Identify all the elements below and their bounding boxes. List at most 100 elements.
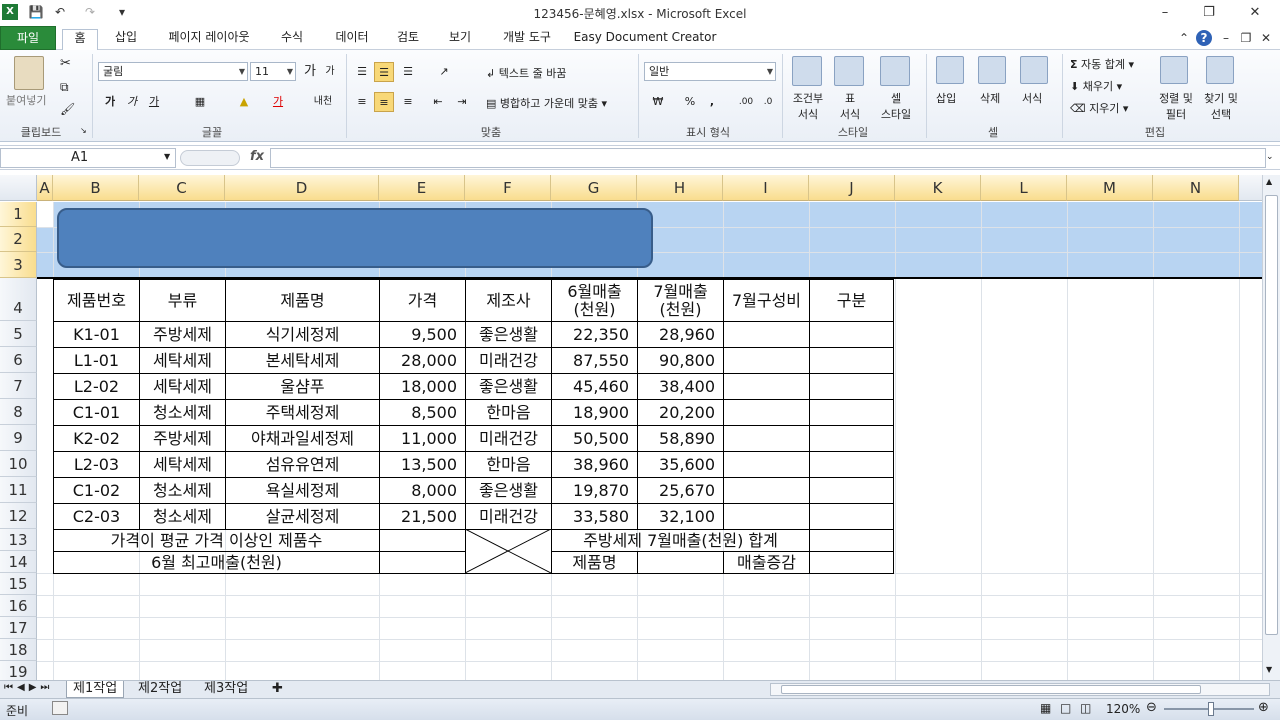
tab-insert[interactable]: 삽입: [106, 29, 146, 50]
row-header-16[interactable]: 16: [0, 595, 37, 617]
delete-cells-icon[interactable]: [978, 56, 1006, 84]
header-july-sales[interactable]: 7월매출 (천원): [638, 280, 723, 321]
page-break-view-icon[interactable]: ◫: [1080, 701, 1091, 715]
column-header-b[interactable]: B: [53, 175, 139, 201]
cell-manufacturer[interactable]: 한마음: [466, 400, 551, 425]
underline-button[interactable]: 가: [144, 92, 164, 112]
paste-label[interactable]: 붙여넣기: [6, 92, 46, 108]
cell-product-name[interactable]: 욕실세정제: [226, 478, 379, 503]
align-center-icon[interactable]: ≡: [374, 92, 394, 112]
header-division[interactable]: 구분: [810, 280, 893, 321]
orientation-icon[interactable]: ↗: [434, 62, 454, 82]
sheet-tab-2[interactable]: 제2작업: [132, 681, 188, 698]
column-header-f[interactable]: F: [465, 175, 551, 201]
horizontal-scrollbar[interactable]: [770, 683, 1270, 696]
cell-product-id[interactable]: L2-03: [54, 452, 139, 477]
cell-product-name[interactable]: 식기세정제: [226, 322, 379, 347]
copy-icon[interactable]: ⧉: [60, 80, 69, 95]
cell-manufacturer[interactable]: 미래건강: [466, 504, 551, 529]
cell-july-sales[interactable]: 58,890: [638, 426, 723, 451]
column-header-m[interactable]: M: [1067, 175, 1153, 201]
column-header-i[interactable]: I: [723, 175, 809, 201]
format-cells-icon[interactable]: [1020, 56, 1048, 84]
row-header-12[interactable]: 12: [0, 503, 37, 529]
cell-price[interactable]: 11,000: [380, 426, 465, 451]
cell-product-name[interactable]: 울샴푸: [226, 374, 379, 399]
zoom-out-icon[interactable]: ⊖: [1146, 700, 1157, 715]
insert-cells-icon[interactable]: [936, 56, 964, 84]
cell-price[interactable]: 18,000: [380, 374, 465, 399]
cell-category[interactable]: 청소세제: [140, 504, 225, 529]
grow-font-button[interactable]: 가: [300, 62, 320, 82]
cell-product-id[interactable]: K1-01: [54, 322, 139, 347]
cell-product-name[interactable]: 섬유유연제: [226, 452, 379, 477]
tab-review[interactable]: 검토: [388, 29, 428, 50]
align-left-icon[interactable]: ≡: [352, 92, 372, 112]
cell-product-id[interactable]: C1-02: [54, 478, 139, 503]
row-header-4[interactable]: 4: [0, 278, 37, 321]
normal-view-icon[interactable]: ▦: [1040, 701, 1051, 715]
title-shape[interactable]: [57, 208, 653, 268]
cell-july-sales[interactable]: 28,960: [638, 322, 723, 347]
cell-product-name[interactable]: 본세탁세제: [226, 348, 379, 373]
header-price[interactable]: 가격: [380, 280, 465, 321]
cell-july-sales[interactable]: 20,200: [638, 400, 723, 425]
cell-category[interactable]: 청소세제: [140, 478, 225, 503]
column-header-k[interactable]: K: [895, 175, 981, 201]
workbook-minimize-icon[interactable]: –: [1218, 30, 1234, 46]
row-header-2[interactable]: 2: [0, 227, 37, 252]
cell-june-sales[interactable]: 50,500: [552, 426, 637, 451]
cell-june-sales[interactable]: 45,460: [552, 374, 637, 399]
tab-formulas[interactable]: 수식: [272, 29, 312, 50]
tab-easy-document-creator[interactable]: Easy Document Creator: [572, 29, 718, 50]
cell-june-sales[interactable]: 19,870: [552, 478, 637, 503]
cell-manufacturer[interactable]: 좋은생활: [466, 322, 551, 347]
cut-icon[interactable]: ✂: [60, 56, 71, 71]
column-header-e[interactable]: E: [379, 175, 465, 201]
column-header-l[interactable]: L: [981, 175, 1067, 201]
summary-max-june-label[interactable]: 6월 최고매출(천원): [54, 552, 379, 573]
cell-category[interactable]: 세탁세제: [140, 348, 225, 373]
header-june-sales[interactable]: 6월매출 (천원): [552, 280, 637, 321]
cell-manufacturer[interactable]: 미래건강: [466, 348, 551, 373]
row-header-19[interactable]: 19: [0, 661, 37, 680]
number-format-combo[interactable]: 일반 ▼: [644, 62, 776, 81]
row-header-18[interactable]: 18: [0, 639, 37, 661]
cell-category[interactable]: 세탁세제: [140, 374, 225, 399]
align-top-icon[interactable]: ☰: [352, 62, 372, 82]
align-right-icon[interactable]: ≡: [398, 92, 418, 112]
cell-product-name[interactable]: 주택세정제: [226, 400, 379, 425]
row-header-6[interactable]: 6: [0, 347, 37, 373]
shrink-font-button[interactable]: 가: [320, 62, 340, 82]
tab-home[interactable]: 홈: [62, 29, 98, 51]
cell-category[interactable]: 주방세제: [140, 426, 225, 451]
insert-function-icon[interactable]: fx: [250, 149, 264, 164]
clear-button[interactable]: ⌫ 지우기 ▾: [1070, 100, 1128, 116]
cell-product-name[interactable]: 살균세정제: [226, 504, 379, 529]
cell-july-sales[interactable]: 38,400: [638, 374, 723, 399]
delete-cells-button[interactable]: 삭제: [980, 90, 1000, 106]
summary-sales-change-label[interactable]: 매출증감: [724, 552, 809, 573]
insert-sheet-icon[interactable]: ✚: [266, 681, 289, 698]
column-header-a[interactable]: A: [37, 175, 53, 201]
column-header-n[interactable]: N: [1153, 175, 1239, 201]
vertical-scrollbar[interactable]: ▲ ▼: [1262, 175, 1280, 680]
name-box[interactable]: A1: [0, 148, 176, 168]
row-header-10[interactable]: 10: [0, 451, 37, 477]
cell-product-id[interactable]: C2-03: [54, 504, 139, 529]
comma-button[interactable]: ,: [702, 92, 722, 112]
column-header-c[interactable]: C: [139, 175, 225, 201]
vertical-scroll-thumb[interactable]: [1265, 195, 1278, 635]
wrap-text-button[interactable]: ↲ 텍스트 줄 바꿈: [486, 65, 566, 81]
column-header-h[interactable]: H: [637, 175, 723, 201]
cell-price[interactable]: 9,500: [380, 322, 465, 347]
cell-july-sales[interactable]: 90,800: [638, 348, 723, 373]
cell-product-id[interactable]: L1-01: [54, 348, 139, 373]
row-header-11[interactable]: 11: [0, 477, 37, 503]
percent-button[interactable]: %: [680, 92, 700, 112]
row-header-3[interactable]: 3: [0, 252, 37, 278]
find-select-button[interactable]: 찾기 및 선택: [1198, 90, 1244, 122]
select-all-corner[interactable]: [0, 175, 37, 201]
cell-june-sales[interactable]: 33,580: [552, 504, 637, 529]
row-header-15[interactable]: 15: [0, 573, 37, 595]
